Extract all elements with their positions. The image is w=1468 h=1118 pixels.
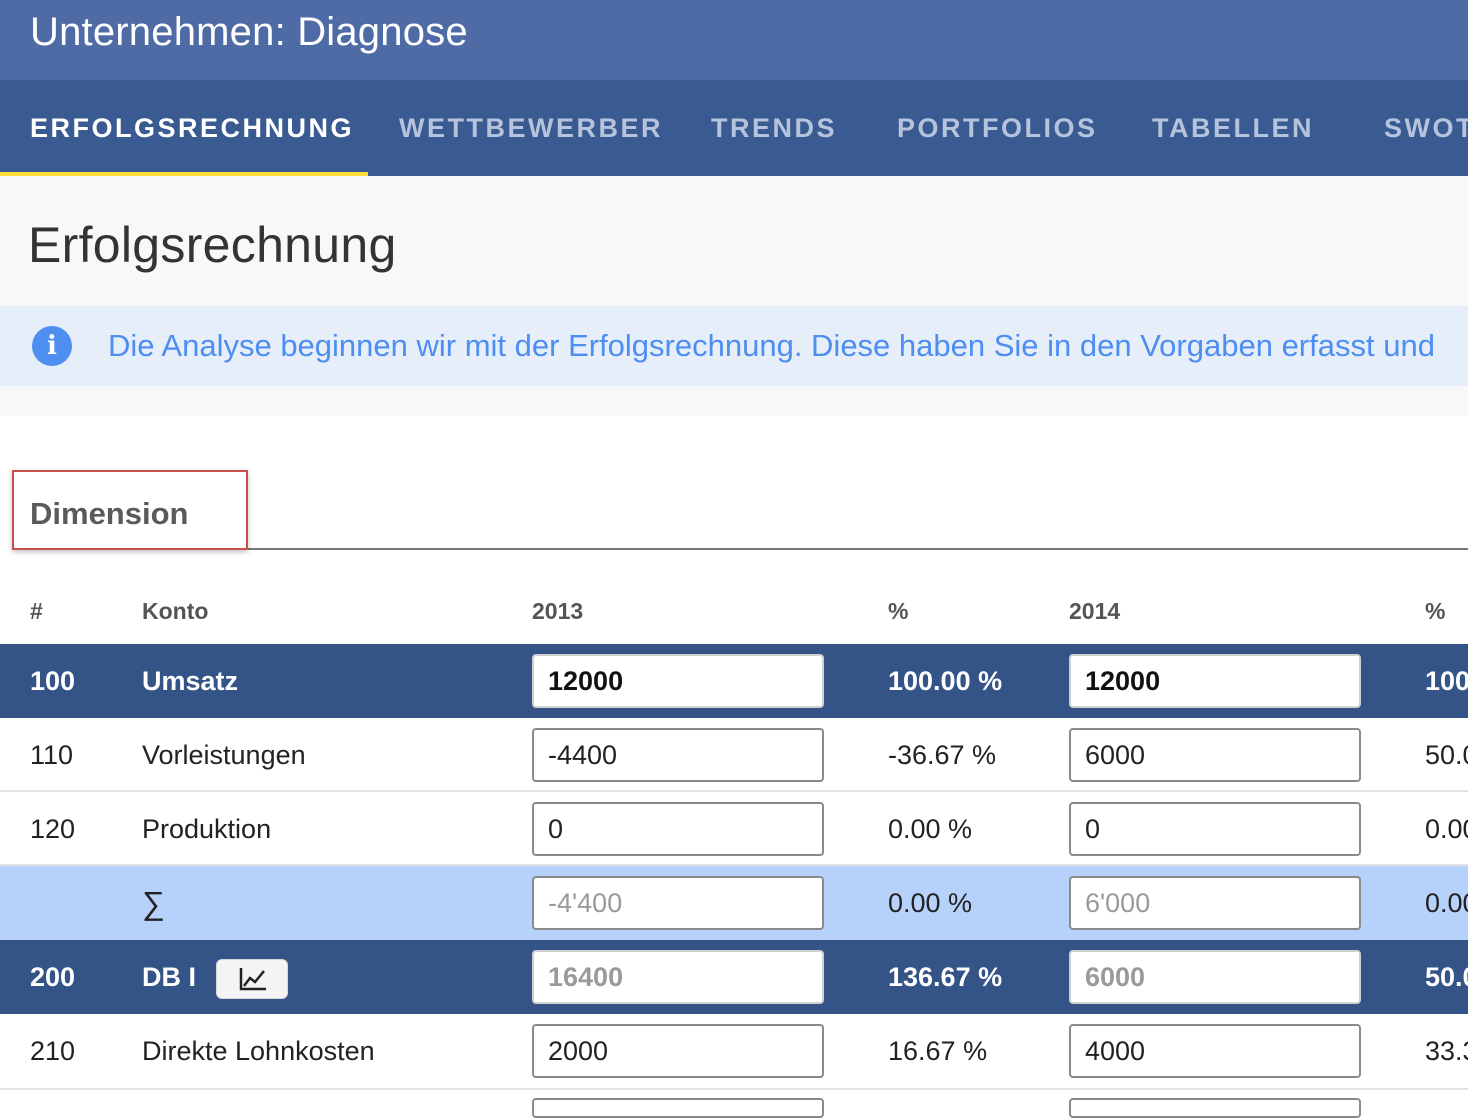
- account-name: DB I: [142, 962, 196, 992]
- info-icon: i: [32, 326, 72, 366]
- percent-2014: 50.0: [1425, 962, 1468, 992]
- table-row: 120 Produktion 0 0.00 % 0 0.00: [0, 792, 1468, 866]
- tab-wettbewerber[interactable]: WETTBEWERBER: [399, 80, 663, 176]
- divider-strip: [0, 386, 1468, 416]
- account-number: 200: [30, 962, 76, 992]
- line-chart-icon: [239, 968, 266, 991]
- value-field-2013: 16400: [532, 950, 824, 1004]
- account-number: 110: [30, 740, 74, 770]
- highlight-box: [12, 470, 248, 550]
- app-bar: Unternehmen: Diagnose: [0, 0, 1468, 80]
- sum-row: ∑ -4'400 0.00 % 6'000 0.00: [0, 866, 1468, 940]
- tab-tabellen[interactable]: TABELLEN: [1152, 80, 1314, 176]
- page-header: Erfolgsrechnung: [0, 176, 1468, 306]
- table-row: 110 Vorleistungen -4400 -36.67 % 6000 50…: [0, 718, 1468, 792]
- percent-2014: 0.00: [1425, 814, 1468, 844]
- col-header-2013: 2013: [532, 598, 584, 624]
- tab-bar: ERFOLGSRECHNUNG WETTBEWERBER TRENDS PORT…: [0, 80, 1468, 176]
- percent-2013: 100.00 %: [888, 666, 1003, 696]
- value-input-2014[interactable]: [1069, 1098, 1361, 1118]
- value-field-2014: 6000: [1069, 950, 1361, 1004]
- account-name: Umsatz: [142, 666, 239, 696]
- col-header-percent-2013: %: [888, 598, 909, 624]
- percent-2013: 16.67 %: [888, 1036, 988, 1066]
- tab-swot[interactable]: SWOT: [1384, 80, 1468, 176]
- page-title: Erfolgsrechnung: [28, 217, 397, 273]
- chart-button[interactable]: [216, 959, 288, 999]
- percent-2014: 33.3: [1425, 1036, 1468, 1066]
- value-input-2014[interactable]: 0: [1069, 802, 1361, 856]
- sum-value-2014: 6'000: [1069, 876, 1361, 930]
- percent-2013: 0.00 %: [888, 814, 973, 844]
- sum-symbol: ∑: [142, 885, 165, 921]
- col-header-number: #: [30, 598, 43, 624]
- table-row-partial: [0, 1090, 1468, 1118]
- account-number: 100: [30, 666, 76, 696]
- percent-2013: -36.67 %: [888, 740, 997, 770]
- account-name: Direkte Lohnkosten: [142, 1036, 375, 1066]
- value-input-2013[interactable]: [532, 1098, 824, 1118]
- value-input-2013[interactable]: 2000: [532, 1024, 824, 1078]
- table-row: 210 Direkte Lohnkosten 2000 16.67 % 4000…: [0, 1014, 1468, 1090]
- value-input-2014[interactable]: 12000: [1069, 654, 1361, 708]
- percent-2014: 100: [1425, 666, 1468, 696]
- table-row: 100 Umsatz 12000 100.00 % 12000 100: [0, 644, 1468, 718]
- table-row: 200 DB I 16400 136.67 % 6000 50.0: [0, 940, 1468, 1014]
- info-banner-text: Die Analyse beginnen wir mit der Erfolgs…: [108, 328, 1435, 363]
- value-input-2014[interactable]: 6000: [1069, 728, 1361, 782]
- percent-2013: 136.67 %: [888, 962, 1003, 992]
- sum-value-2013: -4'400: [532, 876, 824, 930]
- tab-portfolios[interactable]: PORTFOLIOS: [897, 80, 1098, 176]
- tab-erfolgsrechnung[interactable]: ERFOLGSRECHNUNG: [30, 80, 354, 176]
- account-number: 210: [30, 1036, 76, 1066]
- value-input-2013[interactable]: -4400: [532, 728, 824, 782]
- col-header-konto: Konto: [142, 598, 209, 624]
- col-header-percent-2014: %: [1425, 598, 1446, 624]
- account-name: Produktion: [142, 814, 272, 844]
- value-input-2013[interactable]: 0: [532, 802, 824, 856]
- percent-2014: 50.0: [1425, 740, 1468, 770]
- account-name: Vorleistungen: [142, 740, 306, 770]
- value-input-2014[interactable]: 4000: [1069, 1024, 1361, 1078]
- percent-2013: 0.00 %: [888, 888, 973, 918]
- info-banner: i Die Analyse beginnen wir mit der Erfol…: [0, 306, 1468, 386]
- app-title: Unternehmen: Diagnose: [30, 10, 468, 54]
- tab-trends[interactable]: TRENDS: [711, 80, 837, 176]
- percent-2014: 0.00: [1425, 888, 1468, 918]
- value-input-2013[interactable]: 12000: [532, 654, 824, 708]
- col-header-2014: 2014: [1069, 598, 1121, 624]
- account-number: 120: [30, 814, 76, 844]
